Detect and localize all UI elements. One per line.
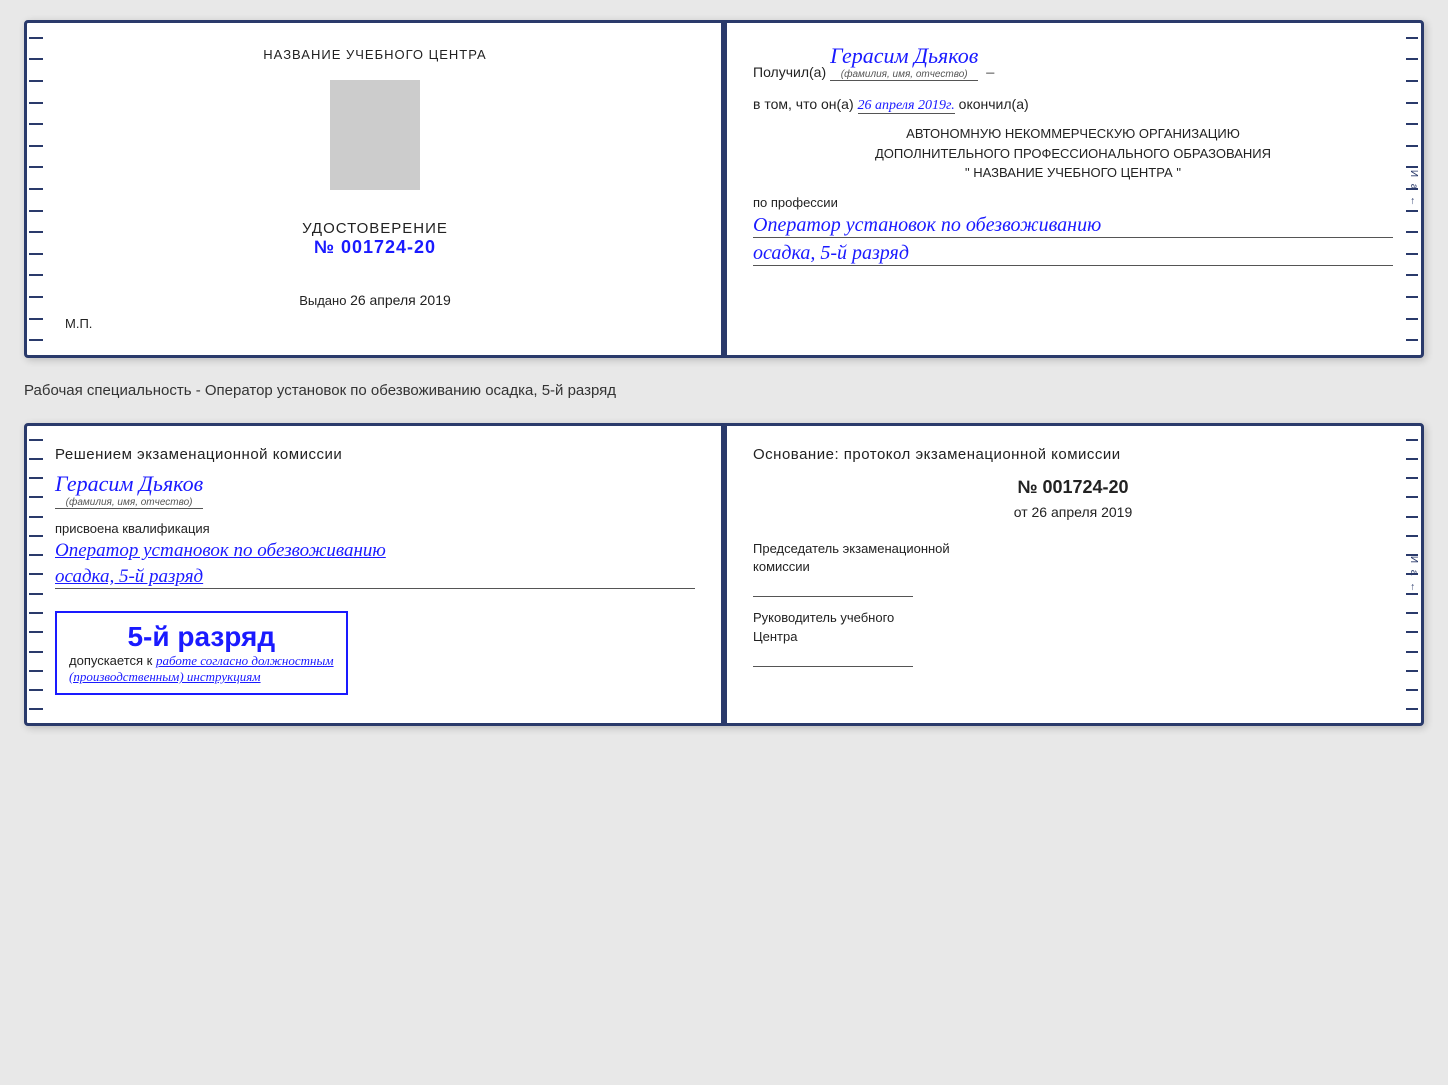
qualification-label: присвоена квалификация	[55, 521, 695, 536]
recipient-name: Герасим Дьяков (фамилия, имя, отчество)	[830, 43, 978, 81]
right-deco-letters: И а ←	[1408, 170, 1419, 208]
decision-text: Решением экзаменационной комиссии	[55, 446, 695, 463]
bottom-cert-right: Основание: протокол экзаменационной коми…	[725, 426, 1421, 723]
rank-admit: допускается к работе согласно должностны…	[69, 653, 334, 669]
cert-number: № 001724-20	[302, 237, 448, 258]
top-cert-right: Получил(а) Герасим Дьяков (фамилия, имя,…	[725, 23, 1421, 355]
protocol-date: от 26 апреля 2019	[753, 504, 1393, 520]
left-deco	[27, 23, 45, 355]
photo-placeholder	[330, 80, 420, 190]
chairman-block: Председатель экзаменационной комиссии	[753, 540, 1393, 597]
rank-instruction: (производственным) инструкциям	[69, 669, 334, 685]
issued-line: Выдано 26 апреля 2019	[299, 292, 451, 308]
bottom-right-deco-letters: И а ←	[1408, 555, 1419, 593]
chairman-sign-line	[753, 596, 913, 597]
protocol-number: № 001724-20	[753, 477, 1393, 498]
org-block: АВТОНОМНУЮ НЕКОММЕРЧЕСКУЮ ОРГАНИЗАЦИЮ ДО…	[753, 124, 1393, 183]
qualification-value: Оператор установок по обезвоживанию	[55, 540, 695, 562]
top-cert-card: НАЗВАНИЕ УЧЕБНОГО ЦЕНТРА УДОСТОВЕРЕНИЕ №…	[24, 20, 1424, 358]
profession-label: по профессии	[753, 195, 1393, 210]
cert-title-block: УДОСТОВЕРЕНИЕ № 001724-20	[302, 220, 448, 258]
bottom-cert-card: Решением экзаменационной комиссии Гераси…	[24, 423, 1424, 726]
date-line: в том, что он(а) 26 апреля 2019г. окончи…	[753, 96, 1393, 114]
qualification-value2: осадка, 5-й разряд	[55, 566, 695, 589]
director-block: Руководитель учебного Центра	[753, 609, 1393, 666]
bottom-person: Герасим Дьяков (фамилия, имя, отчество)	[55, 471, 695, 511]
middle-label: Рабочая специальность - Оператор установ…	[24, 374, 1424, 407]
page-wrapper: НАЗВАНИЕ УЧЕБНОГО ЦЕНТРА УДОСТОВЕРЕНИЕ №…	[24, 20, 1424, 726]
recipient-block: Получил(а) Герасим Дьяков (фамилия, имя,…	[753, 43, 1393, 82]
stamp-line: М.П.	[65, 316, 92, 331]
org-name-top: НАЗВАНИЕ УЧЕБНОГО ЦЕНТРА	[263, 47, 486, 70]
rank-box: 5-й разряд допускается к работе согласно…	[55, 611, 348, 695]
bottom-cert-left: Решением экзаменационной комиссии Гераси…	[27, 426, 725, 723]
profession-value: Оператор установок по обезвоживанию	[753, 214, 1393, 238]
basis-title: Основание: протокол экзаменационной коми…	[753, 446, 1393, 463]
director-sign-line	[753, 666, 913, 667]
top-cert-left: НАЗВАНИЕ УЧЕБНОГО ЦЕНТРА УДОСТОВЕРЕНИЕ №…	[27, 23, 725, 355]
profession-value2: осадка, 5-й разряд	[753, 242, 1393, 266]
bottom-left-deco	[27, 426, 45, 723]
